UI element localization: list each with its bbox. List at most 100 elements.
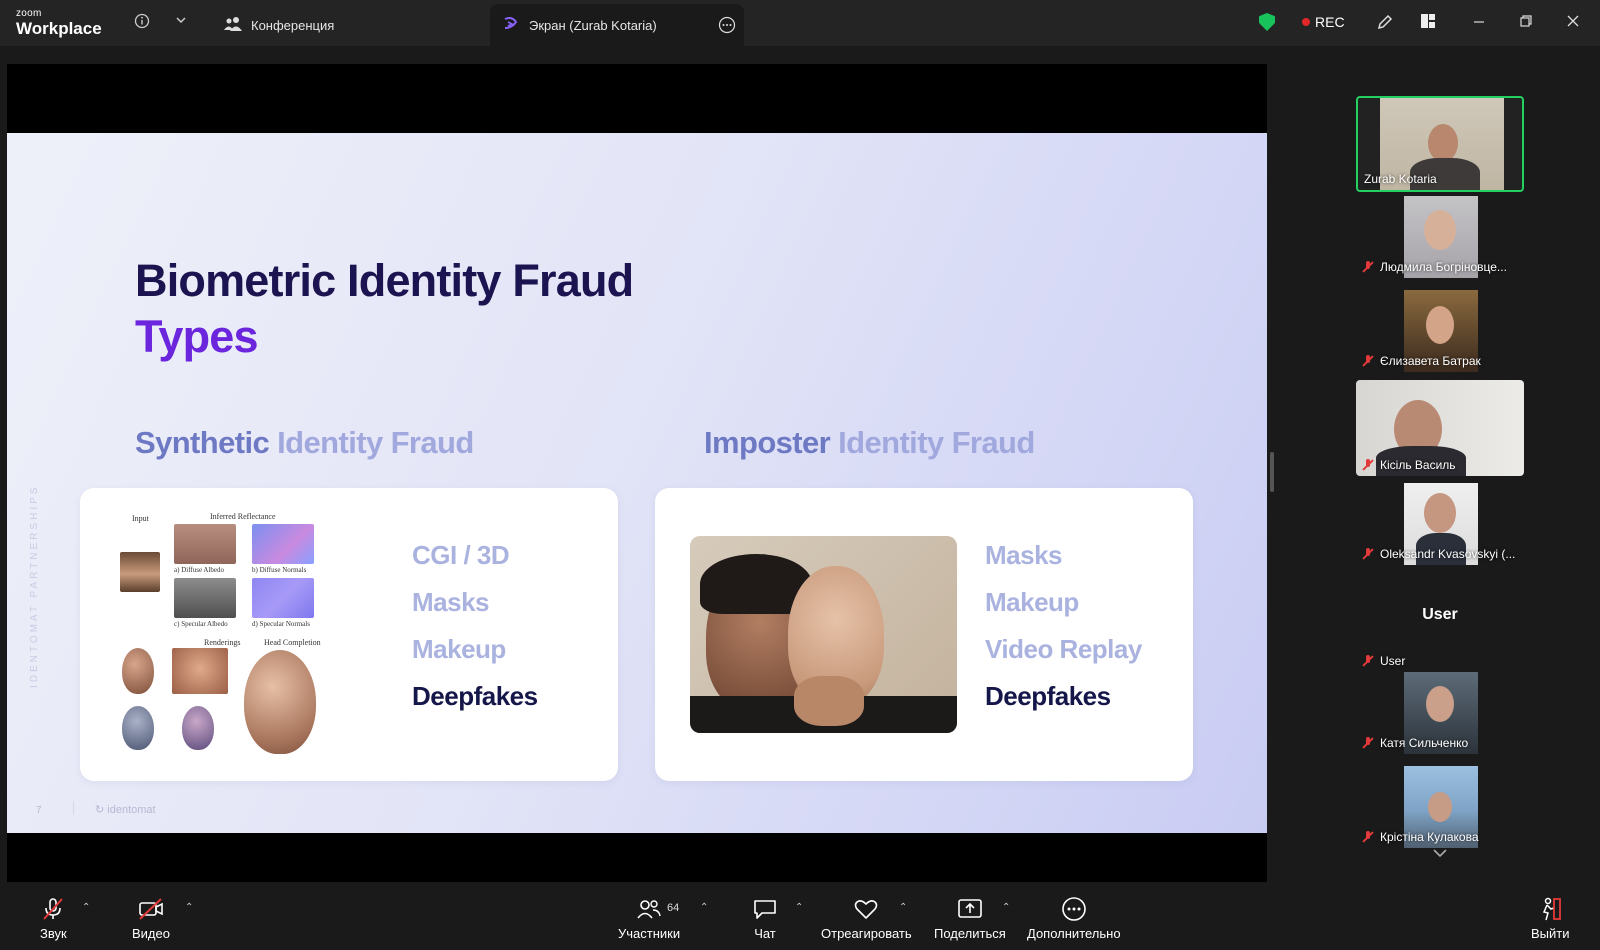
tab-meeting-label: Конференция xyxy=(251,17,335,33)
participant-name-text: User xyxy=(1380,654,1406,668)
video-tile-speaker[interactable]: Zurab Kotaria xyxy=(1356,96,1524,192)
mic-muted-icon xyxy=(1362,831,1374,843)
chat-button[interactable]: Чат xyxy=(752,896,778,941)
recording-indicator[interactable]: REC xyxy=(1302,14,1345,30)
face-reconstruction-figure: Input Inferred Reflectance a) Diffuse Al… xyxy=(116,510,326,760)
react-label: Отреагировать xyxy=(821,926,912,941)
diffuse-normals-image xyxy=(252,524,314,564)
video-tile[interactable]: Катя Сильченко xyxy=(1356,672,1524,754)
synthetic-heading: Synthetic Identity Fraud xyxy=(135,425,474,461)
restore-icon[interactable] xyxy=(1519,14,1533,31)
mic-muted-icon xyxy=(1362,548,1374,560)
synthetic-item: Masks xyxy=(412,587,489,617)
video-tile[interactable]: Єлизавета Батрак xyxy=(1356,290,1524,372)
share-button[interactable]: Поделиться xyxy=(934,896,1006,941)
participant-head xyxy=(1424,210,1456,250)
participant-name-text: Крістіна Кулакова xyxy=(1380,830,1479,844)
share-options-caret-icon[interactable]: ⌃ xyxy=(1002,902,1010,913)
specular-albedo-image xyxy=(174,578,236,618)
slide-subtitle: Types xyxy=(135,311,259,362)
panel-resize-handle[interactable] xyxy=(1270,452,1274,492)
diffuse-albedo-image xyxy=(174,524,236,564)
synthetic-item: Deepfakes xyxy=(412,681,538,711)
synthetic-card: Input Inferred Reflectance a) Diffuse Al… xyxy=(80,488,618,781)
mic-muted-icon xyxy=(1362,355,1374,367)
participant-name: Людмила Богріновце... xyxy=(1362,260,1507,274)
video-label: Видео xyxy=(132,926,170,941)
imposter-item: Masks xyxy=(985,540,1062,570)
imposter-heading: Imposter Identity Fraud xyxy=(704,425,1035,461)
mic-muted-icon xyxy=(1362,655,1374,667)
view-layout-icon[interactable] xyxy=(1419,12,1437,33)
mic-muted-icon xyxy=(1362,261,1374,273)
audio-button[interactable]: Звук xyxy=(40,896,67,941)
share-screen-icon xyxy=(956,896,984,922)
speaker-head xyxy=(1428,124,1458,162)
synthetic-heading-a: Synthetic xyxy=(135,425,270,460)
video-tile[interactable]: Людмила Богріновце... xyxy=(1356,196,1524,278)
react-options-caret-icon[interactable]: ⌃ xyxy=(899,902,907,913)
render-head-2 xyxy=(122,706,154,750)
participants-options-caret-icon[interactable]: ⌃ xyxy=(700,902,708,913)
mic-muted-icon xyxy=(1362,737,1374,749)
mask-photo xyxy=(690,536,957,733)
chat-options-caret-icon[interactable]: ⌃ xyxy=(795,902,803,913)
video-options-caret-icon[interactable]: ⌃ xyxy=(185,902,193,913)
participant-head xyxy=(1426,686,1454,722)
tab-screen-label: Экран (Zurab Kotaria) xyxy=(529,17,657,33)
no-video-display-name: User xyxy=(1422,606,1458,623)
more-options-icon[interactable] xyxy=(718,16,736,37)
synthetic-item: CGI / 3D xyxy=(412,540,510,570)
input-face-image xyxy=(120,552,160,592)
chat-icon xyxy=(752,896,778,922)
chat-label: Чат xyxy=(754,926,776,941)
render-nose-closeup xyxy=(172,648,228,694)
tab-screen-share[interactable]: Экран (Zurab Kotaria) xyxy=(490,4,744,46)
participant-name: Крістіна Кулакова xyxy=(1362,830,1479,844)
screen-share-icon xyxy=(502,16,520,35)
close-icon[interactable] xyxy=(1566,14,1580,31)
side-vertical-text: IDENTOMAT PARTNERSHIPS xyxy=(29,484,40,688)
synthetic-heading-b: Identity Fraud xyxy=(269,425,474,460)
participant-name-text: Oleksandr Kvasovskyi (... xyxy=(1380,547,1516,561)
participant-name: Кісіль Василь xyxy=(1362,458,1456,472)
participant-name-text: Людмила Богріновце... xyxy=(1380,260,1507,274)
imposter-card: Masks Makeup Video Replay Deepfakes xyxy=(655,488,1193,781)
video-button[interactable]: Видео xyxy=(132,896,170,941)
leave-icon xyxy=(1537,896,1563,922)
more-label: Дополнительно xyxy=(1027,926,1121,941)
participant-head xyxy=(1424,493,1456,533)
participant-name: Oleksandr Kvasovskyi (... xyxy=(1362,547,1515,561)
footer-divider xyxy=(73,801,74,815)
annotate-pen-icon[interactable] xyxy=(1376,13,1394,34)
audio-label: Звук xyxy=(40,926,67,941)
audio-options-caret-icon[interactable]: ⌃ xyxy=(82,902,90,913)
chevron-down-icon[interactable] xyxy=(175,14,187,29)
participant-name: User xyxy=(1362,654,1405,668)
minimize-icon[interactable] xyxy=(1472,14,1486,31)
identomat-logo-icon: ↻ xyxy=(95,804,108,816)
scroll-down-icon[interactable] xyxy=(1432,846,1448,864)
leave-button[interactable]: Выйти xyxy=(1531,896,1570,941)
zoom-logo: zoom Workplace xyxy=(16,8,102,38)
render-head-1 xyxy=(122,648,154,694)
more-icon xyxy=(1061,896,1087,922)
more-button[interactable]: Дополнительно xyxy=(1027,896,1121,941)
participant-name-text: Кісіль Василь xyxy=(1380,458,1456,472)
video-tile-no-video[interactable]: User User xyxy=(1356,596,1524,676)
video-tile[interactable]: Крістіна Кулакова xyxy=(1356,766,1524,848)
security-shield-icon[interactable] xyxy=(1259,13,1275,31)
title-bar: zoom Workplace Конференция Экран (Zurab … xyxy=(0,0,1600,46)
brand-small: zoom xyxy=(16,8,42,19)
participant-head xyxy=(1428,792,1452,822)
shared-screen: Biometric Identity Fraud Types Synthetic… xyxy=(7,64,1267,882)
video-tile[interactable]: Oleksandr Kvasovskyi (... xyxy=(1356,483,1524,565)
participant-name: Катя Сильченко xyxy=(1362,736,1468,750)
info-icon[interactable] xyxy=(134,13,150,32)
mic-muted-icon xyxy=(1362,459,1374,471)
slide-page-number: 7 xyxy=(36,805,42,816)
participants-icon xyxy=(636,896,662,922)
tab-meeting[interactable]: Конференция xyxy=(224,4,334,46)
video-tile[interactable]: Кісіль Василь xyxy=(1356,380,1524,476)
imposter-list: Masks Makeup Video Replay Deepfakes xyxy=(985,540,1142,728)
